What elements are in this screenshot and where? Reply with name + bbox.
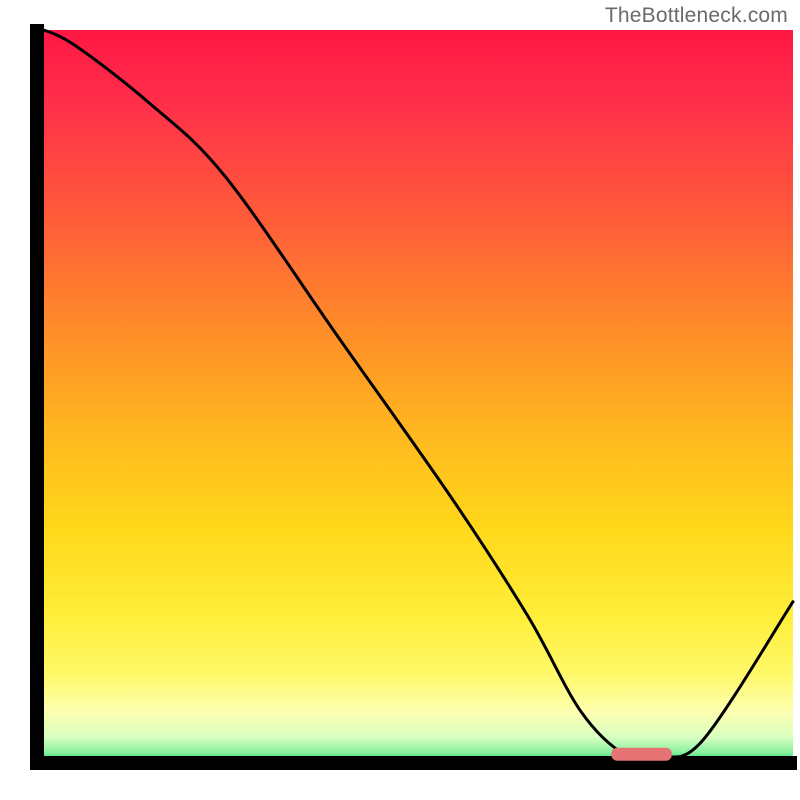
- bottleneck-chart: [0, 0, 800, 800]
- watermark-text: TheBottleneck.com: [605, 4, 788, 28]
- optimum-marker: [611, 748, 672, 761]
- plot-background: [36, 30, 793, 763]
